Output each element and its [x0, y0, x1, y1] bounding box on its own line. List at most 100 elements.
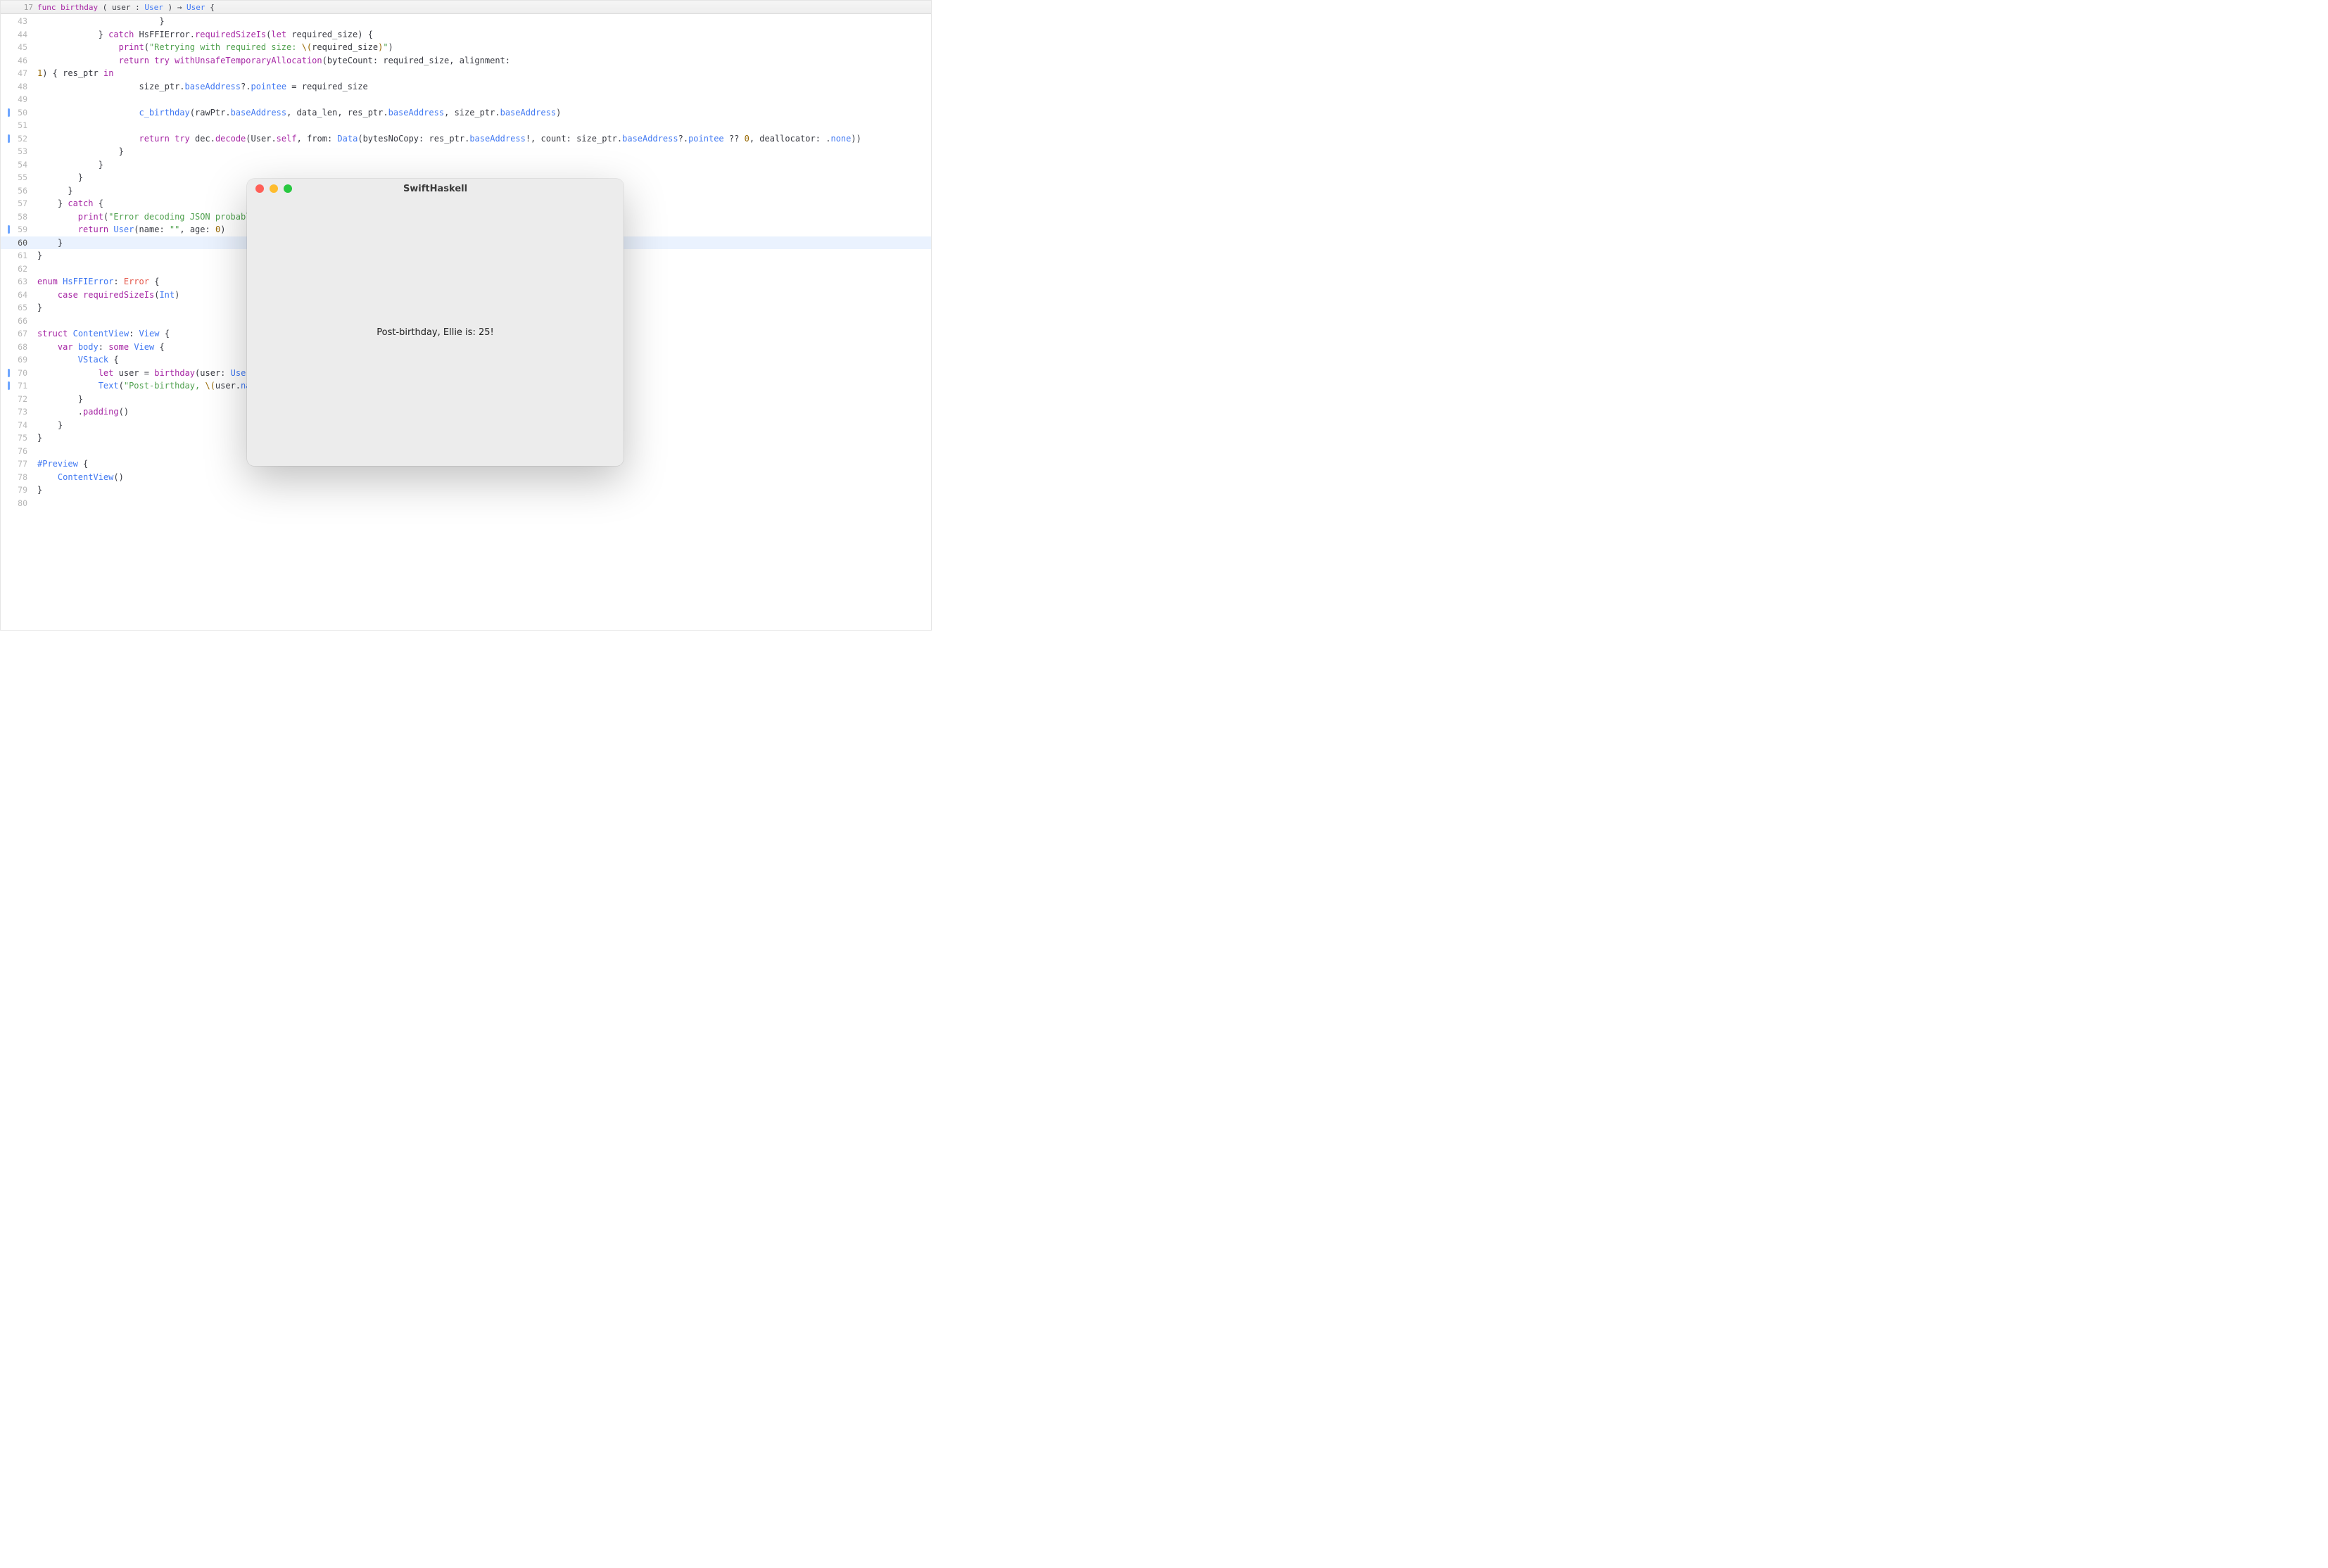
code-line[interactable]: 48 size_ptr.baseAddress?.pointee = requi… — [1, 80, 931, 94]
breadcrumb-kw-func: func — [37, 3, 56, 12]
line-number: 72 — [1, 393, 33, 406]
preview-window[interactable]: SwiftHaskell Post-birthday, Ellie is: 25… — [247, 179, 624, 466]
line-number: 56 — [1, 184, 33, 198]
code-line[interactable]: 78 ContentView() — [1, 471, 931, 484]
line-number: 70 — [1, 367, 33, 380]
line-number: 49 — [1, 93, 33, 106]
line-number: 58 — [1, 210, 33, 224]
code-content[interactable]: } — [33, 145, 124, 158]
line-number: 66 — [1, 315, 33, 328]
code-content[interactable]: return User(name: "", age: 0) — [33, 223, 225, 236]
change-marker-icon — [8, 225, 10, 234]
line-number: 79 — [1, 483, 33, 497]
line-number: 64 — [1, 289, 33, 302]
code-line[interactable]: 43 } — [1, 15, 931, 28]
code-content[interactable]: } catch { — [33, 197, 103, 210]
code-line[interactable]: 79} — [1, 483, 931, 497]
code-content[interactable]: } — [33, 236, 63, 250]
preview-window-content: Post-birthday, Ellie is: 25! — [247, 198, 624, 466]
change-marker-icon — [8, 369, 10, 377]
line-number: 54 — [1, 158, 33, 172]
line-number: 69 — [1, 353, 33, 367]
line-number: 71 — [1, 379, 33, 393]
breadcrumb-ret-type: User — [186, 3, 205, 12]
preview-titlebar[interactable]: SwiftHaskell — [247, 179, 624, 198]
breadcrumb-arrow: ) → — [167, 3, 186, 12]
code-line[interactable]: 50 c_birthday(rawPtr.baseAddress, data_l… — [1, 106, 931, 120]
code-content[interactable]: let user = birthday(user: User(name: — [33, 367, 281, 380]
breadcrumb-colon: : — [135, 3, 144, 12]
line-number: 74 — [1, 419, 33, 432]
code-content[interactable]: return try dec.decode(User.self, from: D… — [33, 132, 861, 146]
code-content[interactable]: ContentView() — [33, 471, 124, 484]
line-number: 44 — [1, 28, 33, 42]
change-marker-icon — [8, 108, 10, 117]
code-content[interactable]: } — [33, 15, 165, 28]
line-number: 51 — [1, 119, 33, 132]
line-number: 53 — [1, 145, 33, 158]
code-content[interactable]: VStack { — [33, 353, 119, 367]
code-content[interactable]: enum HsFFIError: Error { — [33, 275, 159, 289]
line-number: 62 — [1, 263, 33, 276]
code-line[interactable]: 52 return try dec.decode(User.self, from… — [1, 132, 931, 146]
code-content[interactable]: } — [33, 171, 83, 184]
code-content[interactable]: case requiredSizeIs(Int) — [33, 289, 179, 302]
code-content[interactable] — [33, 119, 37, 132]
code-content[interactable]: print("Retrying with required size: \(re… — [33, 41, 393, 54]
code-content[interactable] — [33, 263, 37, 276]
code-content[interactable]: .padding() — [33, 405, 129, 419]
code-line[interactable]: 51 — [1, 119, 931, 132]
code-content[interactable]: } — [33, 419, 63, 432]
code-content[interactable]: 1) { res_ptr in — [33, 67, 113, 80]
change-marker-icon — [8, 381, 10, 390]
code-line[interactable]: 45 print("Retrying with required size: \… — [1, 41, 931, 54]
code-line[interactable]: 46 return try withUnsafeTemporaryAllocat… — [1, 54, 931, 68]
code-line[interactable]: 53 } — [1, 145, 931, 158]
code-content[interactable]: #Preview { — [33, 457, 88, 471]
code-line[interactable]: 49 — [1, 93, 931, 106]
code-content[interactable] — [33, 497, 37, 510]
code-content[interactable]: } — [33, 249, 42, 263]
line-number: 63 — [1, 275, 33, 289]
line-number: 73 — [1, 405, 33, 419]
preview-text: Post-birthday, Ellie is: 25! — [377, 327, 493, 338]
code-content[interactable] — [33, 315, 37, 328]
line-number: 67 — [1, 327, 33, 341]
code-content[interactable]: struct ContentView: View { — [33, 327, 170, 341]
code-line[interactable]: 54 } — [1, 158, 931, 172]
code-content[interactable]: } — [33, 431, 42, 445]
code-content[interactable]: } — [33, 393, 83, 406]
line-number: 78 — [1, 471, 33, 484]
line-number: 65 — [1, 301, 33, 315]
breadcrumb-param-type: User — [144, 3, 163, 12]
line-number: 57 — [1, 197, 33, 210]
code-line[interactable]: 471) { res_ptr in — [1, 67, 931, 80]
breadcrumb-param-label: user — [112, 3, 135, 12]
line-number: 60 — [1, 236, 33, 250]
code-content[interactable] — [33, 445, 37, 458]
code-content[interactable]: var body: some View { — [33, 341, 165, 354]
breadcrumb-brace: { — [210, 3, 215, 12]
code-content[interactable]: } — [33, 483, 42, 497]
code-line[interactable]: 80 — [1, 497, 931, 510]
breadcrumb-line-number: 17 — [19, 3, 33, 12]
breadcrumb[interactable]: 17 func birthday ( user : User ) → User … — [1, 1, 931, 14]
line-number: 48 — [1, 80, 33, 94]
change-marker-icon — [8, 134, 10, 143]
code-content[interactable]: size_ptr.baseAddress?.pointee = required… — [33, 80, 368, 94]
line-number: 80 — [1, 497, 33, 510]
line-number: 59 — [1, 223, 33, 236]
preview-window-title: SwiftHaskell — [247, 184, 624, 194]
line-number: 52 — [1, 132, 33, 146]
code-content[interactable] — [33, 93, 37, 106]
code-content[interactable]: } catch HsFFIError.requiredSizeIs(let re… — [33, 28, 373, 42]
code-content[interactable]: } — [33, 158, 103, 172]
code-content[interactable]: } — [33, 184, 73, 198]
code-content[interactable]: c_birthday(rawPtr.baseAddress, data_len,… — [33, 106, 561, 120]
code-line[interactable]: 44 } catch HsFFIError.requiredSizeIs(let… — [1, 28, 931, 42]
line-number: 61 — [1, 249, 33, 263]
code-content[interactable]: return try withUnsafeTemporaryAllocation… — [33, 54, 510, 68]
breadcrumb-fn-name: birthday — [61, 3, 98, 12]
code-content[interactable]: } — [33, 301, 42, 315]
line-number: 55 — [1, 171, 33, 184]
